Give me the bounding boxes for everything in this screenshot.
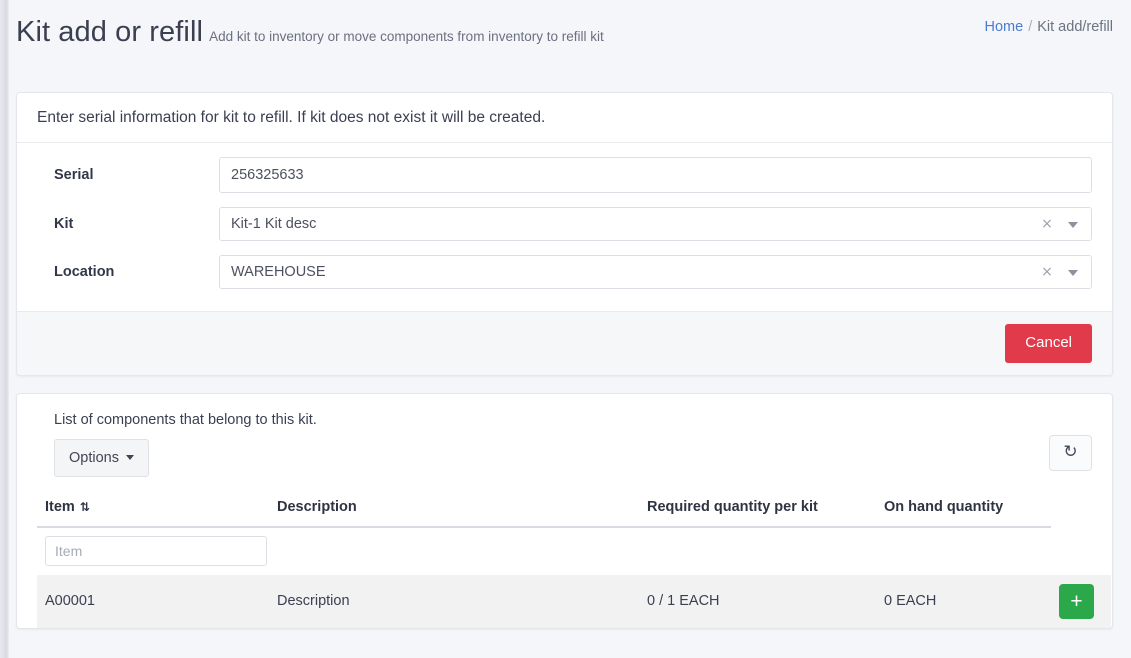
options-dropdown-button[interactable]: Options bbox=[54, 439, 149, 477]
location-chevron-down-icon[interactable] bbox=[1066, 263, 1080, 281]
components-table: Item ⇅ Description Required quantity per … bbox=[37, 493, 1111, 628]
page-title: Kit add or refill bbox=[16, 16, 203, 48]
components-table-header-row: Item ⇅ Description Required quantity per … bbox=[37, 493, 1111, 527]
add-component-button[interactable]: + bbox=[1059, 584, 1094, 619]
cancel-button[interactable]: Cancel bbox=[1005, 324, 1092, 363]
components-list-description: List of components that belong to this k… bbox=[54, 412, 1092, 428]
components-list-body: List of components that belong to this k… bbox=[17, 394, 1112, 628]
column-header-required-quantity[interactable]: Required quantity per kit bbox=[639, 493, 876, 527]
breadcrumb-home-link[interactable]: Home bbox=[985, 19, 1024, 35]
location-select-wrap: WAREHOUSE × bbox=[219, 255, 1092, 289]
filter-cell-required-quantity bbox=[639, 527, 876, 575]
location-label: Location bbox=[37, 264, 219, 280]
refresh-button-wrap: ↻ bbox=[1049, 435, 1092, 471]
column-header-item-label: Item bbox=[45, 499, 75, 515]
serial-form-card: Enter serial information for kit to refi… bbox=[16, 92, 1113, 376]
options-dropdown-label: Options bbox=[69, 450, 119, 466]
column-header-actions bbox=[1051, 493, 1111, 527]
cell-description: Description bbox=[269, 575, 639, 628]
serial-input-wrap bbox=[219, 157, 1092, 193]
breadcrumb-current: Kit add/refill bbox=[1037, 19, 1113, 35]
page-title-wrap: Kit add or refill Add kit to inventory or… bbox=[16, 12, 776, 52]
filter-cell-description bbox=[269, 527, 639, 575]
cell-item: A00001 bbox=[37, 575, 269, 628]
refresh-icon: ↻ bbox=[1063, 444, 1077, 461]
plus-icon: + bbox=[1070, 591, 1082, 612]
kit-select-value: Kit-1 Kit desc bbox=[231, 216, 1039, 232]
serial-input[interactable] bbox=[219, 157, 1092, 193]
page-root: Kit add or refill Add kit to inventory or… bbox=[0, 0, 1131, 658]
serial-field-row: Serial bbox=[37, 157, 1092, 193]
filter-cell-item bbox=[37, 527, 269, 575]
item-filter-input[interactable] bbox=[45, 536, 267, 566]
refresh-button[interactable]: ↻ bbox=[1049, 435, 1092, 471]
column-header-description[interactable]: Description bbox=[269, 493, 639, 527]
breadcrumb: Home/ Kit add/refill bbox=[985, 19, 1113, 35]
cell-required-quantity: 0 / 1 EACH bbox=[639, 575, 876, 628]
location-select[interactable]: WAREHOUSE × bbox=[219, 255, 1092, 289]
location-clear-icon[interactable]: × bbox=[1039, 265, 1055, 279]
serial-form-body: Serial Kit Kit-1 Kit desc × bbox=[17, 143, 1112, 311]
sort-icon[interactable]: ⇅ bbox=[80, 501, 90, 513]
serial-form-card-header: Enter serial information for kit to refi… bbox=[17, 93, 1112, 143]
components-table-filter-row bbox=[37, 527, 1111, 575]
serial-label: Serial bbox=[37, 167, 219, 183]
sidebar-collapsed-edge bbox=[0, 0, 9, 658]
kit-clear-icon[interactable]: × bbox=[1039, 217, 1055, 231]
kit-select[interactable]: Kit-1 Kit desc × bbox=[219, 207, 1092, 241]
location-select-value: WAREHOUSE bbox=[231, 264, 1039, 280]
options-toolbar: Options bbox=[37, 439, 1092, 493]
serial-form-footer: Cancel bbox=[17, 311, 1112, 375]
page-header: Kit add or refill Add kit to inventory or… bbox=[9, 0, 1131, 92]
components-list-card: List of components that belong to this k… bbox=[16, 393, 1113, 629]
components-table-body: A00001 Description 0 / 1 EACH 0 EACH + bbox=[37, 527, 1111, 628]
main-content: Kit add or refill Add kit to inventory or… bbox=[9, 0, 1131, 658]
filter-cell-actions bbox=[1051, 527, 1111, 575]
table-row[interactable]: A00001 Description 0 / 1 EACH 0 EACH + bbox=[37, 575, 1111, 628]
kit-label: Kit bbox=[37, 216, 219, 232]
kit-field-row: Kit Kit-1 Kit desc × bbox=[37, 207, 1092, 241]
components-table-head: Item ⇅ Description Required quantity per … bbox=[37, 493, 1111, 527]
cell-actions: + bbox=[1051, 575, 1111, 628]
kit-select-wrap: Kit-1 Kit desc × bbox=[219, 207, 1092, 241]
filter-cell-on-hand-quantity bbox=[876, 527, 1051, 575]
breadcrumb-separator: / bbox=[1028, 19, 1032, 35]
column-header-on-hand-quantity[interactable]: On hand quantity bbox=[876, 493, 1051, 527]
chevron-down-icon bbox=[126, 455, 134, 460]
cell-on-hand-quantity: 0 EACH bbox=[876, 575, 1051, 628]
location-field-row: Location WAREHOUSE × bbox=[37, 255, 1092, 289]
page-subtitle: Add kit to inventory or move components … bbox=[209, 29, 604, 44]
column-header-item[interactable]: Item ⇅ bbox=[37, 493, 269, 527]
kit-chevron-down-icon[interactable] bbox=[1066, 215, 1080, 233]
